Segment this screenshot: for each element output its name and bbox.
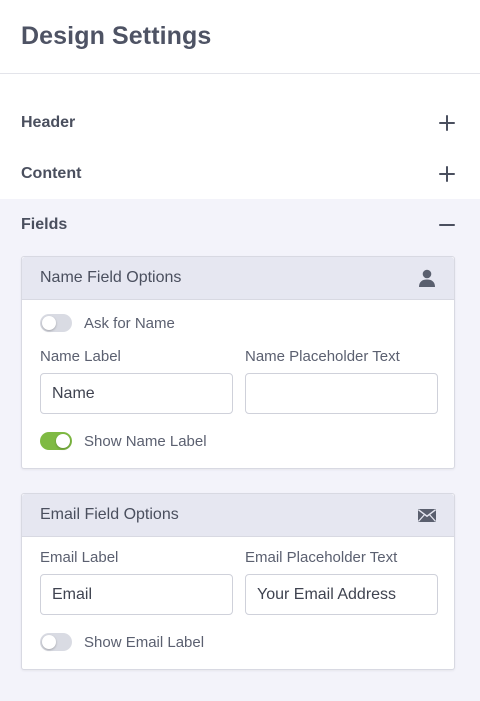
show-name-label-switch[interactable] (40, 432, 72, 450)
ask-for-name-label: Ask for Name (84, 314, 175, 332)
accordion-header-label: Header (21, 113, 76, 131)
name-label-input[interactable] (40, 373, 233, 414)
user-icon (419, 269, 435, 287)
name-field-options-panel: Name Field Options Ask for Name Name Lab… (21, 256, 455, 469)
page-title: Design Settings (21, 22, 212, 50)
email-placeholder-group: Email Placeholder Text (245, 549, 438, 615)
email-panel-title: Email Field Options (40, 506, 179, 523)
name-panel-title: Name Field Options (40, 269, 182, 286)
fields-section: Fields Name Field Options Ask for Name N… (0, 199, 480, 701)
show-name-label-toggle-row[interactable]: Show Name Label (40, 430, 436, 452)
name-placeholder-caption: Name Placeholder Text (245, 348, 400, 365)
name-label-caption: Name Label (40, 348, 121, 365)
accordion-fields[interactable]: Fields (0, 199, 480, 250)
accordion-content-label: Content (21, 164, 82, 182)
email-field-options-panel: Email Field Options Email Label Email Pl… (21, 493, 455, 670)
email-label-group: Email Label (40, 549, 233, 615)
name-label-group: Name Label (40, 348, 233, 414)
email-fields-grid: Email Label Email Placeholder Text (40, 549, 438, 615)
switch-knob (42, 635, 56, 649)
email-placeholder-input[interactable] (245, 574, 438, 615)
name-panel-header: Name Field Options (22, 257, 454, 300)
email-placeholder-caption: Email Placeholder Text (245, 549, 398, 566)
switch-knob (56, 434, 70, 448)
ask-for-name-switch[interactable] (40, 314, 72, 332)
show-email-label-toggle-row[interactable]: Show Email Label (40, 631, 436, 653)
show-email-label-label: Show Email Label (84, 633, 205, 651)
show-email-label-switch[interactable] (40, 633, 72, 651)
accordion-header[interactable]: Header (0, 97, 480, 148)
email-panel-body: Email Label Email Placeholder Text Show … (22, 537, 454, 669)
settings-header: Design Settings (0, 0, 480, 74)
email-label-input[interactable] (40, 574, 233, 615)
show-name-label-label: Show Name Label (84, 432, 207, 450)
name-placeholder-group: Name Placeholder Text (245, 348, 438, 414)
envelope-icon (418, 509, 436, 522)
name-panel-body: Ask for Name Name Label Name Placeholder… (22, 300, 454, 468)
name-fields-grid: Name Label Name Placeholder Text (40, 348, 438, 414)
plus-icon[interactable] (439, 165, 455, 182)
email-panel-header: Email Field Options (22, 494, 454, 537)
accordion-content[interactable]: Content (0, 148, 480, 199)
email-label-caption: Email Label (40, 549, 119, 566)
accordion-fields-label: Fields (21, 215, 68, 233)
name-placeholder-input[interactable] (245, 373, 438, 414)
plus-icon[interactable] (439, 114, 455, 131)
minus-icon[interactable] (439, 217, 455, 233)
ask-for-name-toggle-row[interactable]: Ask for Name (40, 312, 436, 334)
switch-knob (42, 316, 56, 330)
